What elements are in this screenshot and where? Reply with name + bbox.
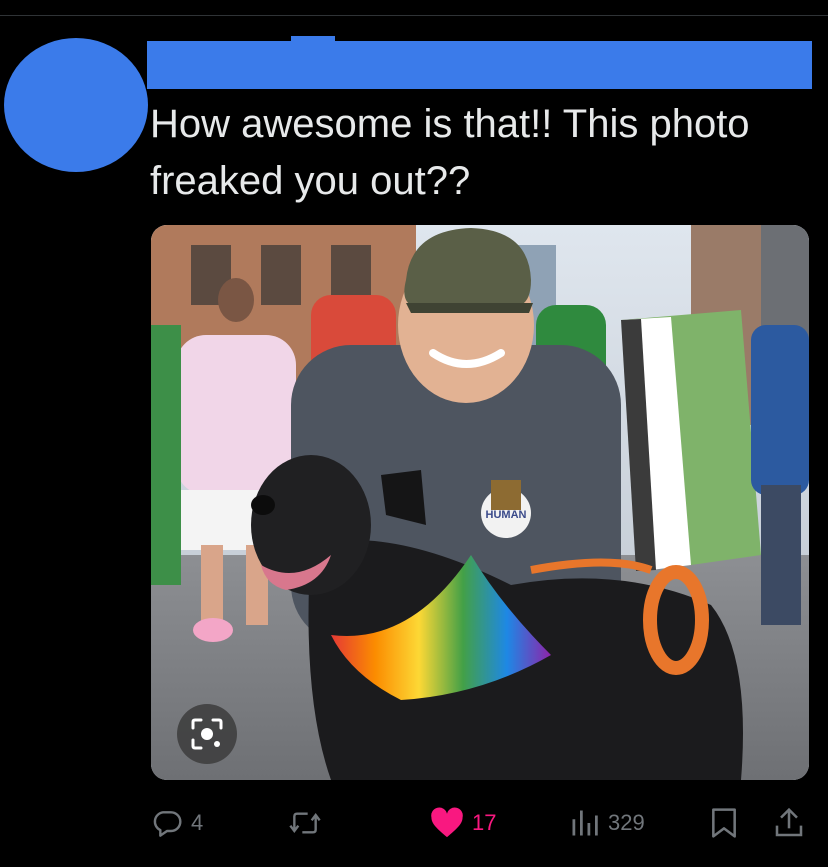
like-button[interactable]: 17 (430, 795, 496, 851)
photo-illustration: HUMAN (151, 225, 809, 780)
share-icon (775, 807, 803, 837)
reply-count: 4 (191, 810, 204, 835)
avatar[interactable] (4, 38, 148, 172)
lens-button[interactable] (177, 704, 237, 764)
retweet-icon (289, 812, 321, 834)
author-name-redaction[interactable] (147, 41, 812, 89)
share-button[interactable] (773, 795, 805, 851)
reply-button[interactable]: 4 (151, 795, 203, 851)
tweet-photo[interactable]: HUMAN (151, 225, 809, 780)
action-bar: 4 17 329 (0, 795, 828, 851)
views-button[interactable]: 329 (570, 795, 645, 851)
heart-icon (431, 807, 463, 838)
bookmark-button[interactable] (709, 795, 739, 851)
like-count: 17 (472, 810, 497, 835)
views-icon (572, 810, 598, 836)
reply-icon (153, 811, 182, 837)
bookmark-icon (712, 808, 736, 838)
human-button-text: HUMAN (486, 509, 527, 521)
lens-icon (191, 718, 223, 750)
tweet-text: How awesome is that!! This photo freaked… (150, 102, 750, 203)
retweet-button[interactable] (287, 795, 323, 851)
view-count: 329 (608, 810, 645, 835)
top-divider (0, 15, 828, 16)
